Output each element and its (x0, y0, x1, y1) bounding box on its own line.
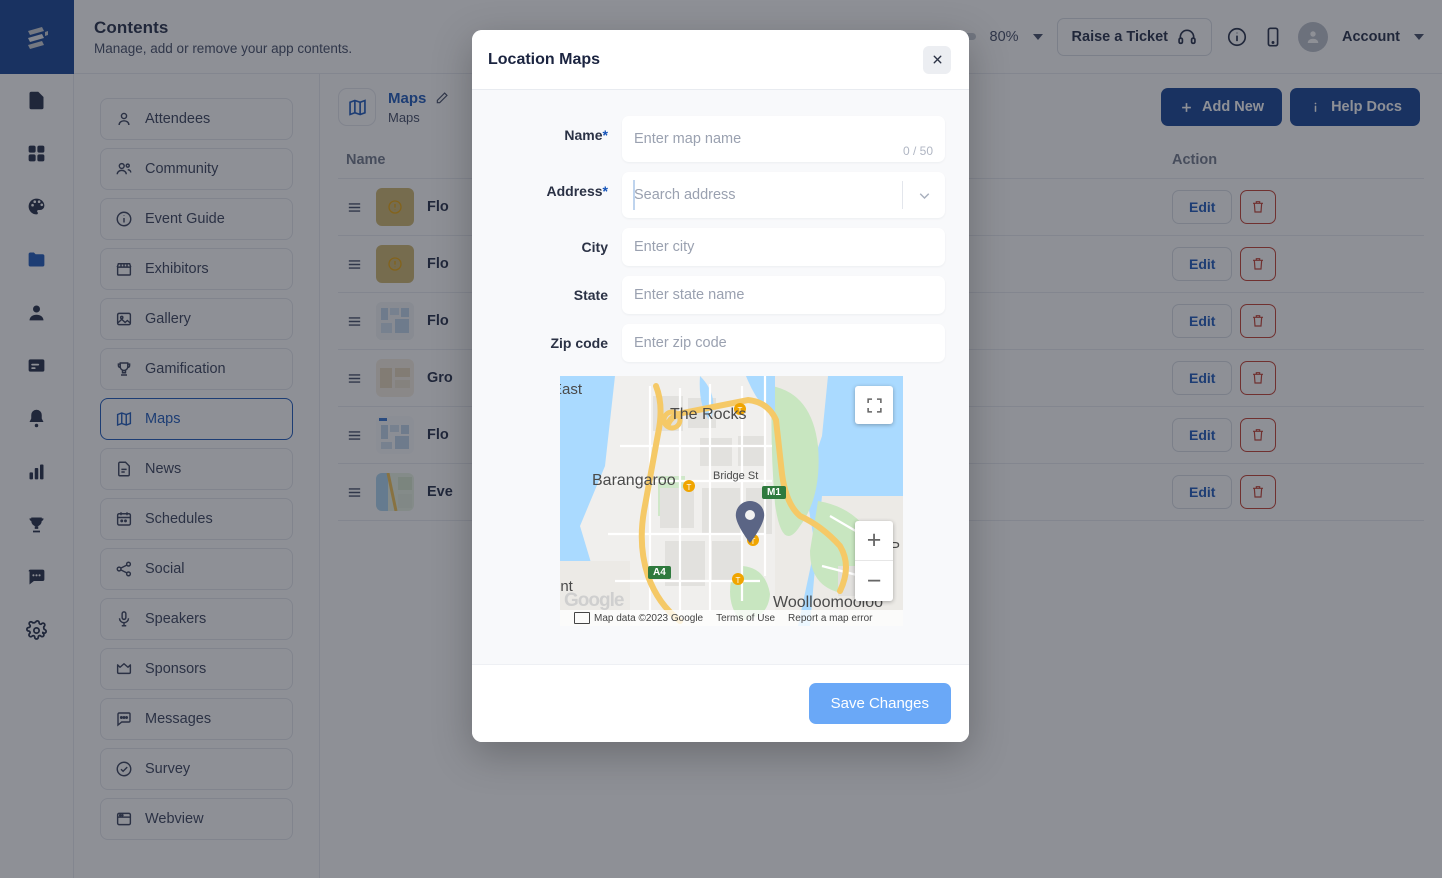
map-zoom-controls: + − (855, 521, 893, 601)
chevron-down-icon[interactable] (916, 187, 933, 204)
zip-code-label: Zip code (550, 335, 608, 351)
name-label: Name* (564, 127, 608, 143)
field-row-city: City (488, 228, 945, 266)
required-asterisk: * (602, 127, 608, 143)
map-zoom-in-button[interactable]: + (855, 521, 893, 561)
field-row-state: State (488, 276, 945, 314)
map-zoom-out-button[interactable]: − (855, 561, 893, 601)
map-label: The Rocks (670, 406, 747, 423)
report-map-error-link[interactable]: Report a map error (788, 613, 872, 624)
text-cursor (633, 180, 635, 210)
map-road-shield: A4 (648, 566, 671, 579)
keyboard-shortcuts-icon[interactable] (574, 612, 590, 624)
map-fullscreen-button[interactable] (855, 386, 893, 424)
terms-of-use-link[interactable]: Terms of Use (716, 613, 775, 624)
city-label: City (581, 239, 608, 255)
svg-text:T: T (687, 483, 692, 492)
google-watermark: Google (564, 590, 624, 611)
address-placeholder: Search address (634, 187, 736, 203)
field-row-address: Address* Search address (488, 172, 945, 218)
name-char-counter: 0 / 50 (902, 144, 933, 158)
modal-footer: Save Changes (472, 664, 969, 742)
map-data-attribution: Map data ©2023 Google (594, 612, 704, 624)
required-asterisk: * (602, 183, 608, 199)
address-label: Address* (546, 183, 608, 199)
name-input[interactable] (622, 116, 945, 162)
map-preview[interactable]: T T T T East The Rocks Barangaroo Bridge… (560, 376, 903, 626)
zip-code-input[interactable] (622, 324, 945, 362)
map-road-shield: M1 (762, 486, 786, 499)
modal-header: Location Maps (472, 30, 969, 90)
map-marker-pin-icon[interactable] (733, 500, 767, 544)
svg-text:T: T (736, 576, 741, 585)
modal-title: Location Maps (488, 50, 601, 68)
app-root: Contents Manage, add or remove your app … (0, 0, 1442, 878)
modal-body: Name* 0 / 50 Address* Search address (472, 90, 969, 664)
map-attribution-bar: Map data ©2023 Google Terms of Use Repor… (560, 610, 903, 626)
select-divider (902, 181, 903, 209)
map-label: Barangaroo (592, 472, 676, 489)
state-label: State (573, 287, 608, 303)
address-search-select[interactable]: Search address (622, 172, 945, 218)
map-label: East (560, 381, 583, 398)
map-label: Bridge St (713, 470, 759, 482)
location-maps-modal: Location Maps Name* 0 / 50 Address* Sear… (472, 30, 969, 742)
save-changes-button[interactable]: Save Changes (808, 683, 951, 724)
field-row-zip: Zip code (488, 324, 945, 362)
state-input[interactable] (622, 276, 945, 314)
close-icon[interactable] (923, 45, 951, 74)
city-input[interactable] (622, 228, 945, 266)
field-row-name: Name* 0 / 50 (488, 116, 945, 162)
